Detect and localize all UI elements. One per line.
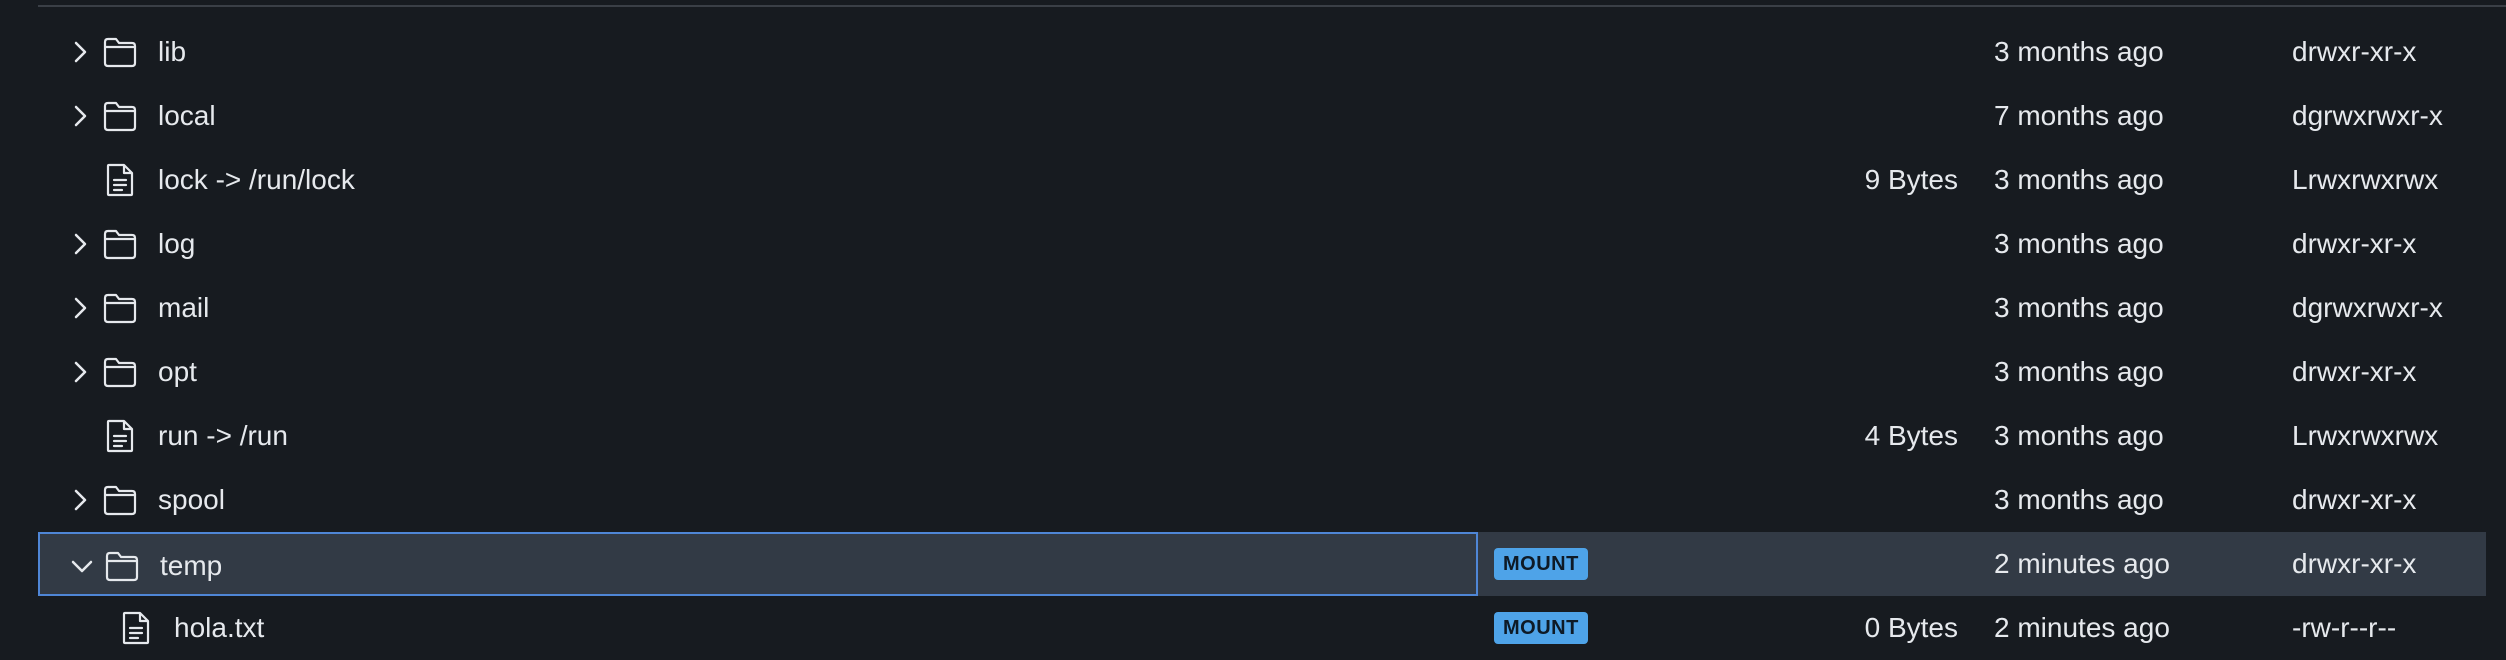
item-modified: 2 minutes ago <box>1994 612 2170 643</box>
folder-icon <box>102 226 138 262</box>
item-modified: 3 months ago <box>1994 420 2164 451</box>
folder-icon <box>102 98 138 134</box>
item-permissions: drwxr-xr-x <box>2292 548 2417 579</box>
item-name: lock -> /run/lock <box>158 164 355 195</box>
item-size: 9 Bytes <box>1864 164 1958 195</box>
item-name: spool <box>158 484 225 515</box>
item-permissions: drwxr-xr-x <box>2292 36 2417 67</box>
folder-icon <box>102 34 138 70</box>
item-modified: 3 months ago <box>1994 228 2164 259</box>
name-cell: run -> /run <box>38 404 1478 468</box>
item-modified: 3 months ago <box>1994 484 2164 515</box>
item-permissions: drwxr-xr-x <box>2292 356 2417 387</box>
tree-row-spool[interactable]: spool 3 months ago drwxr-xr-x <box>38 468 2486 532</box>
item-permissions: drwxr-xr-x <box>2292 484 2417 515</box>
name-cell: mail <box>38 276 1478 340</box>
folder-icon <box>104 548 140 584</box>
item-modified: 3 months ago <box>1994 36 2164 67</box>
name-cell: hola.txt <box>38 596 1478 660</box>
item-name: run -> /run <box>158 420 288 451</box>
file-icon <box>102 162 138 198</box>
chevron-right-icon[interactable] <box>68 40 92 64</box>
tree-row-hola-txt[interactable]: hola.txt MOUNT 0 Bytes 2 minutes ago -rw… <box>38 596 2486 660</box>
chevron-right-icon[interactable] <box>68 360 92 384</box>
item-permissions: -rw-r--r-- <box>2292 612 2397 643</box>
name-cell: log <box>38 212 1478 276</box>
item-modified: 3 months ago <box>1994 164 2164 195</box>
mount-badge: MOUNT <box>1494 612 1588 644</box>
item-name: hola.txt <box>174 612 265 643</box>
tree-row-run[interactable]: run -> /run 4 Bytes 3 months ago Lrwxrwx… <box>38 404 2486 468</box>
name-cell: spool <box>38 468 1478 532</box>
item-permissions: Lrwxrwxrwx <box>2292 164 2439 195</box>
item-permissions: drwxr-xr-x <box>2292 228 2417 259</box>
name-cell: lock -> /run/lock <box>38 148 1478 212</box>
name-cell: lib <box>38 20 1478 84</box>
name-cell: local <box>38 84 1478 148</box>
item-name: opt <box>158 356 197 387</box>
tree-row-mail[interactable]: mail 3 months ago dgrwxrwxr-x <box>38 276 2486 340</box>
folder-icon <box>102 482 138 518</box>
chevron-right-icon[interactable] <box>68 488 92 512</box>
item-modified: 7 months ago <box>1994 100 2164 131</box>
file-tree-panel: lib 3 months ago drwxr-xr-x local 7 mont… <box>0 0 2506 660</box>
header-divider <box>38 5 2506 7</box>
chevron-right-icon[interactable] <box>68 232 92 256</box>
name-cell: opt <box>38 340 1478 404</box>
file-list: lib 3 months ago drwxr-xr-x local 7 mont… <box>38 20 2486 660</box>
folder-icon <box>102 354 138 390</box>
item-name: local <box>158 100 216 131</box>
item-name: log <box>158 228 196 259</box>
item-name: mail <box>158 292 210 323</box>
chevron-right-icon[interactable] <box>68 104 92 128</box>
tree-row-opt[interactable]: opt 3 months ago drwxr-xr-x <box>38 340 2486 404</box>
tree-row-temp[interactable]: temp MOUNT 2 minutes ago drwxr-xr-x <box>38 532 2486 596</box>
file-icon <box>102 418 138 454</box>
item-size: 4 Bytes <box>1864 420 1958 451</box>
item-name: temp <box>160 550 223 581</box>
mount-badge: MOUNT <box>1494 548 1588 580</box>
item-modified: 2 minutes ago <box>1994 548 2170 579</box>
tree-row-log[interactable]: log 3 months ago drwxr-xr-x <box>38 212 2486 276</box>
chevron-right-icon[interactable] <box>68 296 92 320</box>
item-permissions: Lrwxrwxrwx <box>2292 420 2439 451</box>
tree-row-local[interactable]: local 7 months ago dgrwxrwxr-x <box>38 84 2486 148</box>
chevron-down-icon[interactable] <box>70 554 94 578</box>
file-icon <box>118 610 154 646</box>
item-modified: 3 months ago <box>1994 292 2164 323</box>
tree-row-lock[interactable]: lock -> /run/lock 9 Bytes 3 months ago L… <box>38 148 2486 212</box>
item-modified: 3 months ago <box>1994 356 2164 387</box>
item-size: 0 Bytes <box>1864 612 1958 643</box>
item-permissions: dgrwxrwxr-x <box>2292 100 2443 131</box>
folder-icon <box>102 290 138 326</box>
item-name: lib <box>158 36 187 67</box>
name-cell: temp <box>38 532 1478 596</box>
tree-row-lib[interactable]: lib 3 months ago drwxr-xr-x <box>38 20 2486 84</box>
item-permissions: dgrwxrwxr-x <box>2292 292 2443 323</box>
